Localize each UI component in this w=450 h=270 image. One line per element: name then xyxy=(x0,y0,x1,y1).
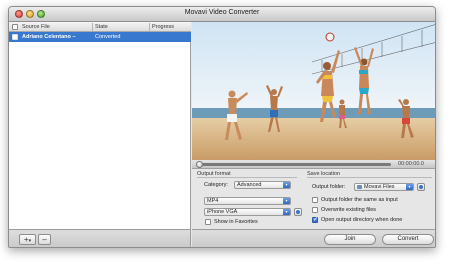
browse-folder-button[interactable] xyxy=(417,183,425,191)
show-in-favorites-label: Show in Favorites xyxy=(214,219,258,225)
beach-volleyball-frame xyxy=(192,22,435,160)
file-list-panel: Source File State Progress Adriano Celen… xyxy=(9,22,191,235)
file-row[interactable]: Adriano Celentano – Converted xyxy=(9,32,191,42)
file-list-footer: +▾ – xyxy=(9,229,191,247)
column-header-source[interactable]: Source File xyxy=(22,24,50,30)
settings-panel: Output format Category: Advanced ▾ MP4 ▾… xyxy=(192,170,435,229)
folder-icon xyxy=(357,185,362,189)
window-title: Movavi Video Converter xyxy=(184,9,260,16)
column-header-progress[interactable]: Progress xyxy=(152,24,174,30)
category-select[interactable]: Advanced ▾ xyxy=(234,181,291,189)
app-window: Movavi Video Converter Source File State… xyxy=(8,6,436,248)
column-separator xyxy=(149,23,150,31)
same-as-input-checkbox[interactable] xyxy=(312,197,318,203)
overwrite-files-checkbox[interactable] xyxy=(312,207,318,213)
preset-value: iPhone VGA xyxy=(207,209,238,215)
format-value: MP4 xyxy=(207,198,219,204)
open-when-done-label: Open output directory when done xyxy=(321,217,403,223)
dropdown-arrow-icon: ▾ xyxy=(283,209,290,215)
dropdown-arrow-icon: ▾ xyxy=(406,184,413,190)
seek-track[interactable] xyxy=(199,163,391,166)
dropdown-arrow-icon: ▾ xyxy=(283,198,290,204)
preset-select[interactable]: iPhone VGA ▾ xyxy=(204,208,291,216)
add-files-button[interactable]: +▾ xyxy=(19,234,36,245)
column-separator xyxy=(92,23,93,31)
show-in-favorites-checkbox[interactable] xyxy=(205,219,211,225)
format-select[interactable]: MP4 ▾ xyxy=(204,197,291,205)
overwrite-files-label: Overwrite existing files xyxy=(321,207,377,213)
column-header-state[interactable]: State xyxy=(95,24,108,30)
select-all-checkbox[interactable] xyxy=(12,24,18,30)
open-when-done-checkbox[interactable] xyxy=(312,216,318,223)
file-list-header: Source File State Progress xyxy=(9,22,191,32)
preset-settings-button[interactable] xyxy=(294,208,302,216)
file-row-checkbox[interactable] xyxy=(12,34,18,40)
file-row-state: Converted xyxy=(95,34,121,40)
join-button[interactable]: Join xyxy=(324,234,376,245)
action-footer: Join Convert xyxy=(192,229,435,247)
remove-file-button[interactable]: – xyxy=(38,234,51,245)
divider xyxy=(307,177,432,178)
same-as-input-label: Output folder the same as input xyxy=(321,197,398,203)
playback-bar: 00:00:00.0 xyxy=(192,160,435,169)
output-folder-select[interactable]: Movavi Files ▾ xyxy=(354,183,414,191)
chevron-down-icon: ▾ xyxy=(28,238,32,244)
minus-icon: – xyxy=(42,235,47,244)
title-bar[interactable]: Movavi Video Converter xyxy=(9,7,435,22)
divider xyxy=(197,177,297,178)
file-row-source: Adriano Celentano – xyxy=(22,34,76,40)
seek-knob[interactable] xyxy=(196,161,203,168)
video-preview[interactable] xyxy=(192,22,435,160)
output-folder-value: Movavi Files xyxy=(364,184,395,190)
category-value: Advanced xyxy=(237,182,262,188)
category-label: Category: xyxy=(204,182,228,188)
convert-button[interactable]: Convert xyxy=(382,234,434,245)
playback-time: 00:00:00.0 xyxy=(398,161,424,167)
output-folder-label: Output folder: xyxy=(312,184,346,190)
dropdown-arrow-icon: ▾ xyxy=(283,182,290,188)
